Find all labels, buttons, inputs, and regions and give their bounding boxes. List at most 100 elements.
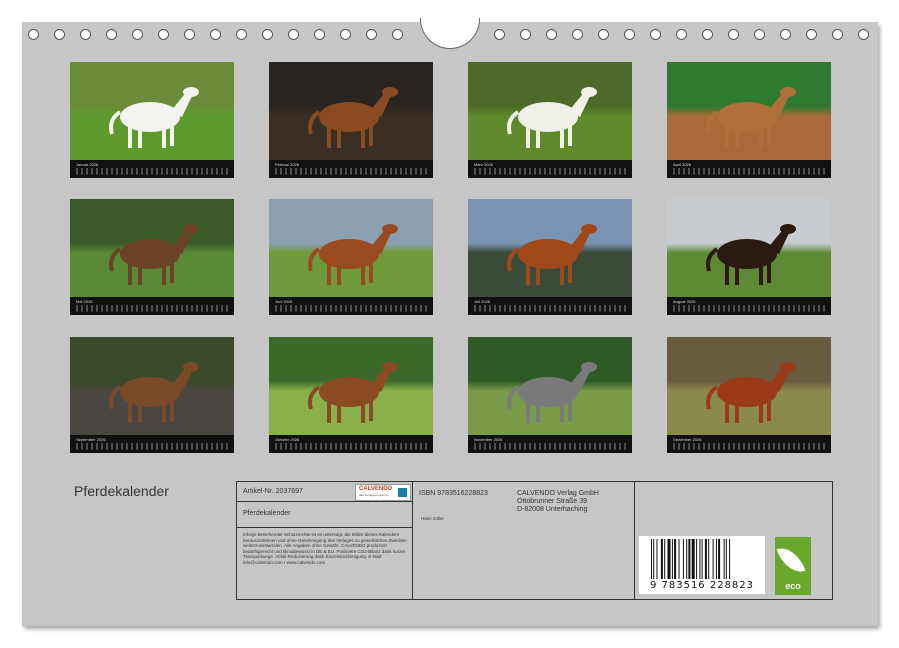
month-label: Februar 2026 xyxy=(275,162,300,167)
month-label: April 2026 xyxy=(673,162,692,167)
month-label: Dezember 2026 xyxy=(673,437,702,442)
binding-ring xyxy=(598,29,609,40)
binding-ring xyxy=(132,29,143,40)
horse-illustration xyxy=(706,87,796,148)
month-label: Juli 2026 xyxy=(474,299,491,304)
horse-illustration xyxy=(109,224,199,285)
horse-illustration xyxy=(109,87,199,148)
binding-ring xyxy=(572,29,583,40)
binding-ring xyxy=(624,29,635,40)
barcode-bar xyxy=(718,539,721,579)
horse-photo xyxy=(70,62,234,160)
binding-ring xyxy=(806,29,817,40)
month-calendar-strip: August 2026 xyxy=(667,297,831,315)
month-calendar-strip: September 2026 xyxy=(70,435,234,453)
barcode-bar xyxy=(656,539,658,579)
binding-ring xyxy=(650,29,661,40)
binding-ring xyxy=(314,29,325,40)
barcode-bar xyxy=(651,539,652,579)
binding-ring xyxy=(780,29,791,40)
horse-photo xyxy=(70,337,234,435)
horse-illustration xyxy=(507,87,597,148)
horse-illustration xyxy=(706,362,796,423)
leaf-icon xyxy=(776,542,806,578)
horse-photo xyxy=(667,62,831,160)
horse-photo xyxy=(269,199,433,297)
horse-photo xyxy=(667,199,831,297)
binding-ring xyxy=(340,29,351,40)
barcode-bar xyxy=(674,539,677,579)
month-card: November 2026 xyxy=(468,337,632,453)
month-label: September 2026 xyxy=(76,437,106,442)
month-calendar-strip: Juli 2026 xyxy=(468,297,632,315)
author-name: Hans Zöller xyxy=(421,516,445,521)
barcode-bar xyxy=(653,539,655,579)
barcode-bar xyxy=(688,539,691,579)
binding-ring xyxy=(546,29,557,40)
barcode-bar xyxy=(671,539,673,579)
month-label: Juni 2026 xyxy=(275,299,293,304)
barcode-bar xyxy=(660,539,663,579)
legal-text: Infolge bestehender Schutzrechte ist es … xyxy=(243,532,407,565)
month-card: Mai 2026 xyxy=(70,199,234,315)
month-label: Mai 2026 xyxy=(76,299,93,304)
horse-illustration xyxy=(706,224,796,285)
barcode-bar xyxy=(708,539,710,579)
calvendo-logo: CALVENDO das Verlagsprogramm xyxy=(355,484,411,501)
horse-photo xyxy=(70,199,234,297)
barcode-bar xyxy=(664,539,666,579)
barcode-bar xyxy=(686,539,688,579)
binding-ring xyxy=(80,29,91,40)
publisher-address: CALVENDO Verlag GmbH Ottobrunner Straße … xyxy=(517,490,599,513)
horse-illustration xyxy=(308,362,398,423)
calendar-back-cover: Januar 2026 Februar 2026 März 2026 April 20… xyxy=(22,18,878,626)
binding-ring xyxy=(702,29,713,40)
barcode-bar xyxy=(678,539,680,579)
binding-ring xyxy=(210,29,221,40)
month-label: März 2026 xyxy=(474,162,493,167)
barcode-number: 9 783516 228823 xyxy=(649,580,755,591)
month-calendar-strip: Februar 2026 xyxy=(269,160,433,178)
info-column-barcode: 9 783516 228823 eco xyxy=(635,482,832,599)
binding-ring xyxy=(754,29,765,40)
horse-photo xyxy=(269,337,433,435)
info-column-article: Artikel-Nr. 2037697 CALVENDO das Verlags… xyxy=(237,482,413,599)
month-card: September 2026 xyxy=(70,337,234,453)
product-title: Pferdekalender xyxy=(243,510,291,517)
binding-ring xyxy=(728,29,739,40)
binding-ring xyxy=(262,29,273,40)
month-calendar-strip: März 2026 xyxy=(468,160,632,178)
isbn: ISBN 9783516228823 xyxy=(419,490,488,497)
binding-ring xyxy=(366,29,377,40)
month-card: Februar 2026 xyxy=(269,62,433,178)
binding-ring xyxy=(832,29,843,40)
horse-photo xyxy=(468,337,632,435)
barcode-bar xyxy=(667,539,671,579)
binding-ring xyxy=(858,29,869,40)
info-column-publisher: ISBN 9783516228823 CALVENDO Verlag GmbH … xyxy=(413,482,635,599)
month-label: Oktober 2026 xyxy=(275,437,300,442)
barcode-bar xyxy=(699,539,701,579)
month-card: Juli 2026 xyxy=(468,199,632,315)
barcode-bar xyxy=(682,539,684,579)
month-calendar-strip: Oktober 2026 xyxy=(269,435,433,453)
horse-photo xyxy=(468,199,632,297)
binding-ring xyxy=(520,29,531,40)
month-card: August 2026 xyxy=(667,199,831,315)
barcode-bar xyxy=(712,539,714,579)
barcode-bar xyxy=(691,539,695,579)
horse-illustration xyxy=(308,224,398,285)
month-calendar-strip: April 2026 xyxy=(667,160,831,178)
product-info-box: Artikel-Nr. 2037697 CALVENDO das Verlags… xyxy=(236,481,833,600)
horse-illustration xyxy=(507,224,597,285)
month-card: März 2026 xyxy=(468,62,632,178)
month-card: Januar 2026 xyxy=(70,62,234,178)
binding-ring xyxy=(54,29,65,40)
month-card: April 2026 xyxy=(667,62,831,178)
barcode-bars xyxy=(651,539,731,579)
barcode: 9 783516 228823 xyxy=(639,536,765,594)
binding-ring xyxy=(392,29,403,40)
month-label: Januar 2026 xyxy=(76,162,99,167)
horse-photo xyxy=(667,337,831,435)
binding-ring xyxy=(676,29,687,40)
